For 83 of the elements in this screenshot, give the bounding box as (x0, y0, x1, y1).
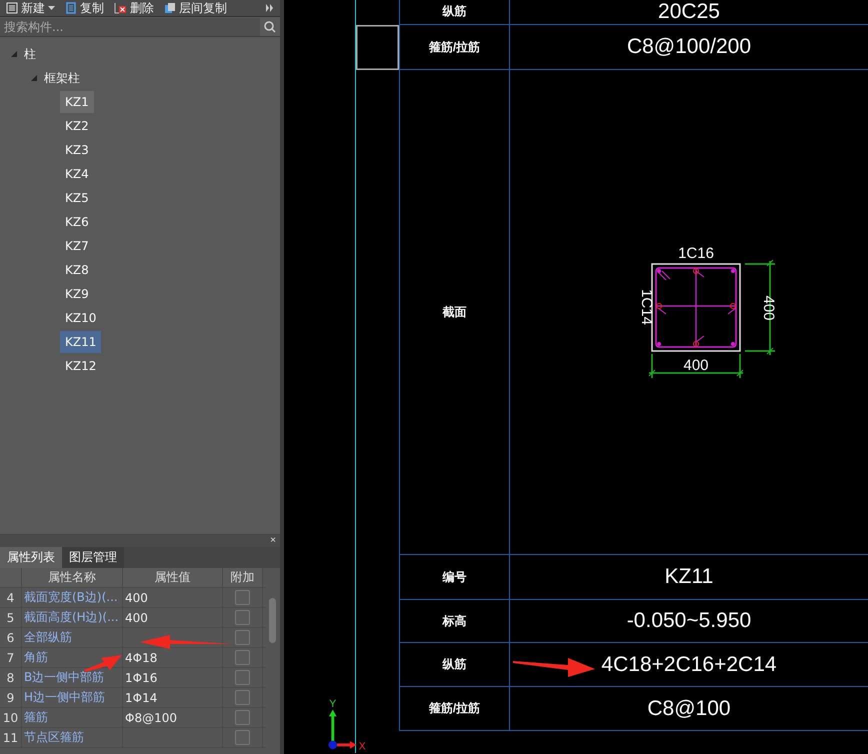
checkbox[interactable] (235, 670, 250, 685)
panel-tab[interactable]: 属性列表 (0, 547, 62, 568)
coordinate-axes-icon (328, 710, 357, 750)
property-name: 截面高度(H边)(... (22, 608, 123, 627)
row-number: 11 (0, 728, 22, 747)
row-label: 箍筋/拉筋 (428, 38, 480, 56)
toolbar-button[interactable]: 复制 (65, 0, 104, 16)
column-header: 属性值 (123, 568, 223, 587)
row-label: 纵筋 (442, 656, 466, 673)
tree-item[interactable]: KZ6 (60, 211, 94, 233)
row-value: 4C18+2C16+2C14 (601, 652, 777, 676)
checkbox[interactable] (235, 710, 250, 725)
document-icon (65, 2, 77, 14)
axis-label: Y (329, 698, 336, 710)
axis-label: X (358, 742, 366, 752)
panel-tab[interactable]: 图层管理 (62, 547, 124, 568)
property-value[interactable]: 1Φ16 (123, 668, 223, 687)
chevron-icon[interactable] (266, 4, 274, 12)
tree-item[interactable]: KZ10 (60, 307, 102, 329)
property-value[interactable]: 1Φ14 (123, 688, 223, 707)
annotation-arrow (84, 654, 122, 672)
property-value[interactable]: 400 (123, 608, 223, 627)
property-name: 截面宽度(B边)(... (22, 588, 123, 607)
tree-node[interactable]: 柱 (24, 46, 36, 62)
tree-item[interactable]: KZ12 (60, 355, 102, 377)
expand-triangle-icon[interactable] (30, 74, 38, 82)
row-value: -0.050~5.950 (626, 609, 752, 633)
row-label: 编号 (442, 568, 466, 586)
row-number: 6 (0, 628, 22, 647)
property-name: 全部纵筋 (22, 628, 123, 647)
tree-item[interactable]: KZ5 (60, 187, 94, 209)
property-value[interactable]: 400 (123, 588, 223, 607)
checkbox[interactable] (235, 610, 250, 625)
checkbox[interactable] (235, 630, 250, 645)
toolbar-button[interactable]: 新建 (6, 0, 55, 16)
list-icon (6, 2, 18, 14)
rebar-label: 1C16 (678, 245, 714, 262)
search-icon[interactable] (264, 21, 276, 33)
toolbar-button[interactable]: 层间复制 (164, 0, 227, 16)
row-number: 9 (0, 688, 22, 707)
property-name: H边一侧中部筋 (22, 688, 123, 707)
toolbar-button[interactable]: 删除 (114, 0, 154, 16)
row-number: 7 (0, 648, 22, 667)
row-value: KZ11 (664, 565, 714, 589)
close-button[interactable]: × (270, 535, 276, 547)
copy-icon (164, 2, 176, 14)
dimension-label: 400 (760, 295, 777, 321)
tree-item[interactable]: KZ3 (60, 139, 94, 161)
property-name: 节点区箍筋 (22, 728, 123, 747)
tree-node[interactable]: 框架柱 (44, 70, 80, 86)
property-value[interactable]: Φ8@100 (123, 708, 223, 727)
search-field[interactable]: 搜索构件... (0, 18, 260, 36)
checkbox[interactable] (235, 730, 250, 745)
tree-item[interactable]: KZ2 (60, 115, 94, 137)
tree-item[interactable]: KZ7 (60, 235, 94, 257)
tree-item[interactable]: KZ1 (60, 91, 94, 113)
column-header: 附加 (223, 568, 263, 587)
row-label: 截面 (442, 304, 466, 320)
row-value: 20C25 (658, 0, 720, 24)
delete-icon (114, 2, 127, 14)
row-number: 4 (0, 588, 22, 607)
row-number: 5 (0, 608, 22, 627)
row-number: 10 (0, 708, 22, 727)
row-label: 纵筋 (442, 3, 466, 20)
property-name: 箍筋 (22, 708, 123, 727)
column-header: 属性名称 (22, 568, 123, 587)
tree-item[interactable]: KZ9 (60, 283, 94, 305)
checkbox[interactable] (235, 690, 250, 705)
dimension-label: 400 (683, 357, 709, 374)
row-number: 8 (0, 668, 22, 687)
checkbox[interactable] (235, 590, 250, 605)
tree-item[interactable]: KZ11 (60, 331, 102, 353)
rebar-label: 1C14 (638, 289, 655, 325)
scrollbar-thumb[interactable] (269, 598, 276, 643)
checkbox[interactable] (235, 650, 250, 665)
expand-triangle-icon[interactable] (10, 50, 18, 58)
row-value: C8@100/200 (626, 35, 752, 59)
row-value: C8@100 (647, 696, 731, 720)
caret-icon (48, 6, 55, 10)
row-label: 标高 (442, 612, 466, 630)
tree-item[interactable]: KZ4 (60, 163, 94, 185)
tree-item[interactable]: KZ8 (60, 259, 94, 281)
row-label: 箍筋/拉筋 (428, 700, 480, 717)
